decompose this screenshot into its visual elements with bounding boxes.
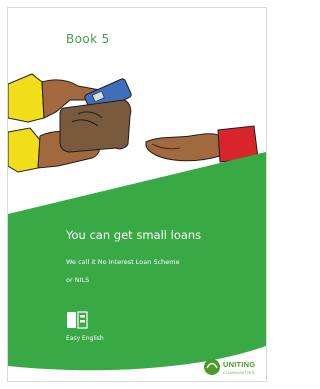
logo-sub: COMMUNITIES xyxy=(223,370,255,375)
easy-english-label: Easy English xyxy=(66,335,104,342)
subtitle-line-2: or NILS xyxy=(66,276,90,284)
page-title: You can get small loans xyxy=(66,228,202,242)
booklet-cover: Book 5 You can get small loans We call i… xyxy=(7,7,267,382)
logo-name: UNITING xyxy=(223,360,256,369)
subtitle-line-1: We call it No Interest Loan Scheme xyxy=(66,258,180,266)
green-band xyxy=(8,152,266,381)
easy-english-book-icon xyxy=(67,311,88,329)
